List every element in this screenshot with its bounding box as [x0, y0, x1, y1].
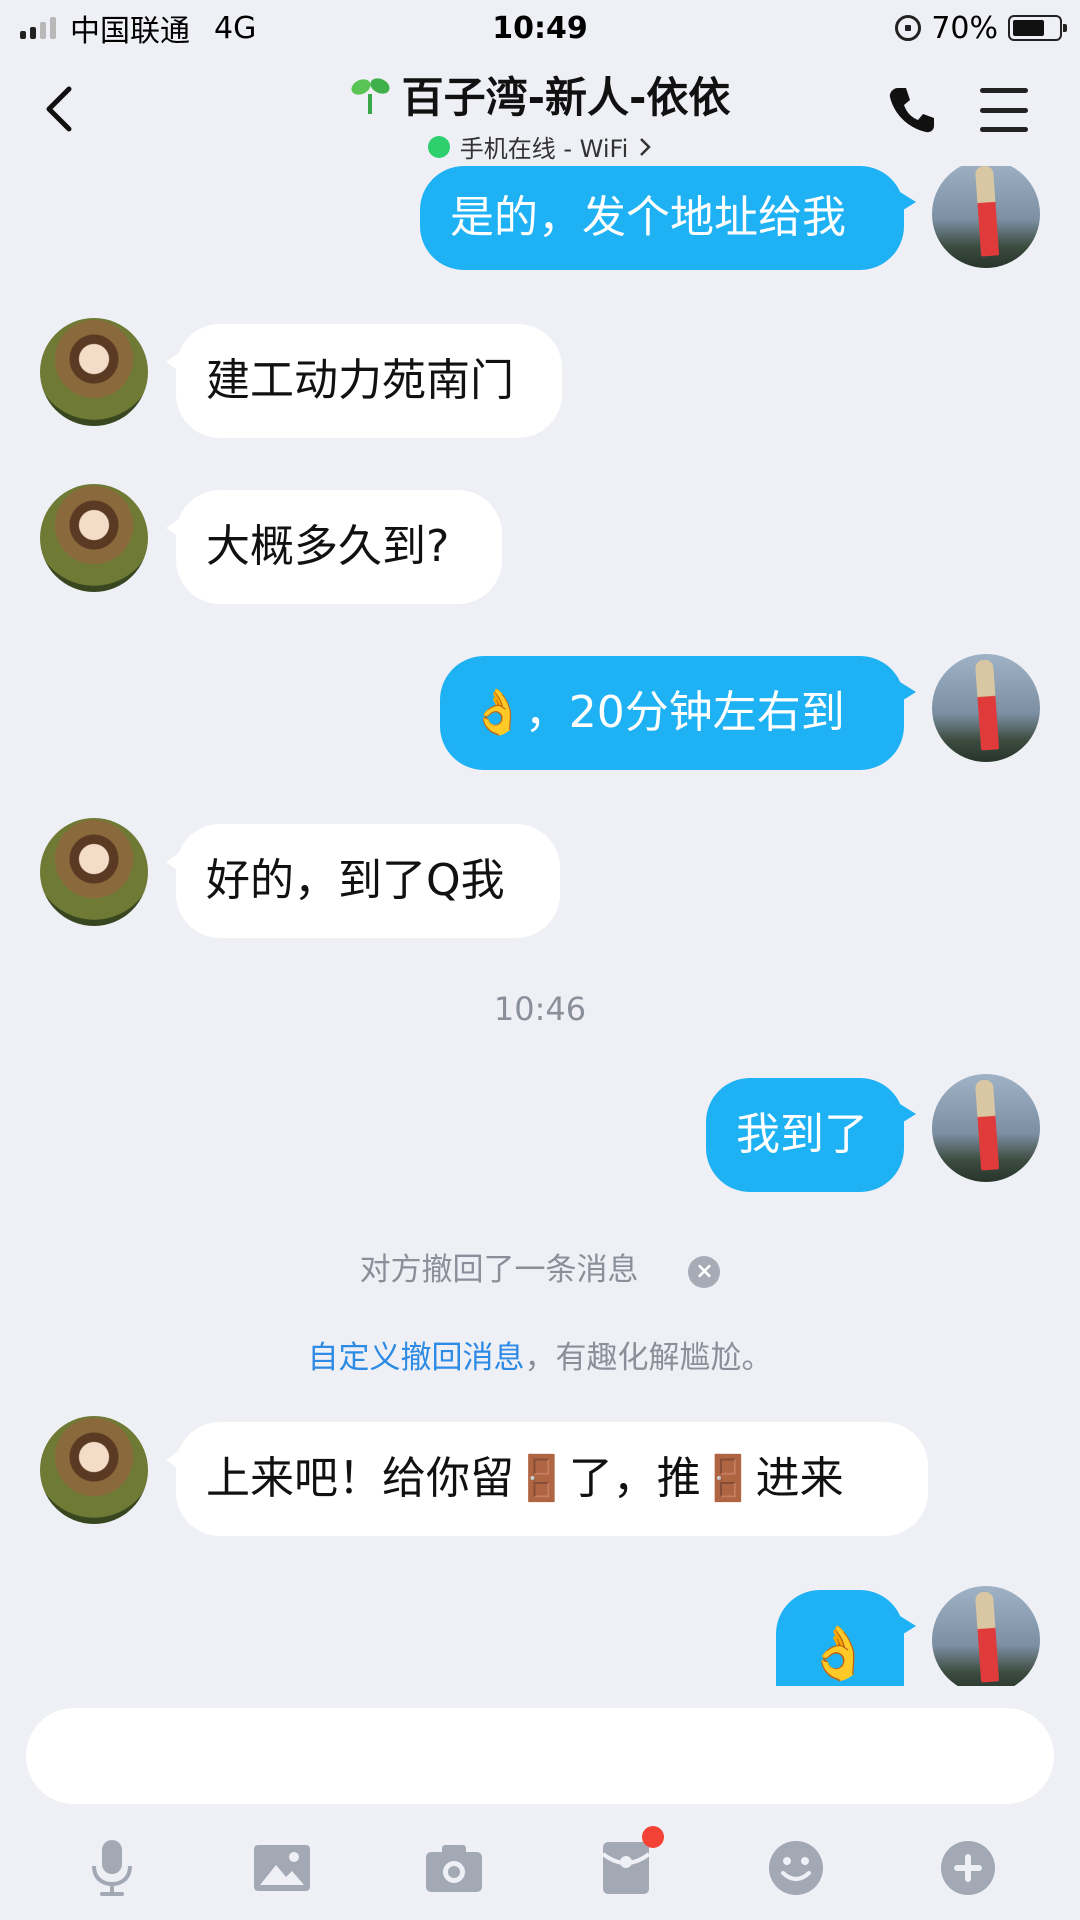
message-text: 是的，发个地址给我 — [450, 192, 846, 243]
message-text: 好的，到了Q我 — [206, 855, 505, 906]
recall-notice: 对方撤回了一条消息 × — [0, 1244, 1080, 1289]
phone-icon — [889, 88, 934, 133]
message-text: 进来 — [755, 1453, 844, 1504]
incoming-message[interactable]: 上来吧！给你留 🚪 了，推 🚪 进来 — [166, 1422, 928, 1536]
rotation-lock-icon — [895, 15, 922, 41]
outgoing-message[interactable]: 是的，发个地址给我 — [420, 166, 916, 270]
sprout-icon — [351, 77, 390, 114]
voice-button[interactable] — [82, 1838, 142, 1898]
composer-toolbar — [0, 1826, 1080, 1908]
door-emoji: 🚪 — [700, 1453, 756, 1504]
red-packet-button[interactable] — [596, 1826, 664, 1898]
signal-icon — [20, 17, 56, 39]
composer — [0, 1686, 1080, 1920]
menu-button[interactable] — [980, 88, 1028, 132]
camera-icon — [426, 1845, 482, 1892]
outgoing-message[interactable]: 👌 — [776, 1590, 916, 1686]
recall-text: 对方撤回了一条消息 — [359, 1252, 639, 1288]
message-input[interactable] — [26, 1708, 1054, 1804]
chevron-right-icon — [640, 137, 652, 156]
outgoing-message[interactable]: 👌 ，20分钟左右到 — [440, 656, 916, 770]
presence-text: 手机在线 - WiFi — [459, 135, 629, 163]
contact-avatar[interactable] — [40, 818, 148, 926]
outgoing-message[interactable]: 我到了 — [706, 1078, 916, 1192]
incoming-message[interactable]: 好的，到了Q我 — [166, 824, 560, 938]
close-icon[interactable]: × — [688, 1255, 721, 1288]
microphone-icon — [92, 1840, 132, 1896]
ok-hand-emoji: 👌 — [806, 1624, 871, 1684]
plus-button[interactable] — [938, 1838, 998, 1898]
custom-recall-rest: ，有趣化解尴尬。 — [524, 1340, 773, 1376]
emoji-icon — [769, 1841, 823, 1895]
contact-avatar[interactable] — [40, 484, 148, 592]
message-text: 大概多久到? — [206, 521, 450, 572]
door-emoji: 🚪 — [514, 1453, 569, 1504]
message-text: 我到了 — [736, 1109, 868, 1160]
battery-icon — [1008, 15, 1067, 41]
message-text: 建工动力苑南门 — [206, 355, 514, 406]
ok-hand-emoji: 👌 — [470, 687, 525, 738]
image-button[interactable] — [252, 1838, 312, 1898]
plus-icon — [941, 1841, 995, 1895]
incoming-message[interactable]: 大概多久到? — [166, 490, 502, 604]
my-avatar[interactable] — [932, 1074, 1040, 1182]
chat-header: 百子湾-新人-依依 手机在线 - WiFi — [0, 56, 1080, 166]
carrier-label: 中国联通 — [70, 14, 190, 49]
contact-name: 百子湾-新人-依依 — [401, 73, 731, 122]
camera-button[interactable] — [424, 1838, 484, 1898]
battery-percent: 70% — [931, 10, 998, 46]
message-list[interactable]: 是的，发个地址给我 建工动力苑南门 大概多久到? 👌 ，20分钟左右到 好的，到… — [0, 166, 1080, 1686]
network-label: 4G — [214, 10, 257, 46]
presence-status[interactable]: 手机在线 - WiFi — [427, 129, 653, 164]
message-text: ，20分钟左右到 — [524, 687, 845, 738]
call-button[interactable] — [886, 84, 938, 136]
message-text: 了，推 — [568, 1453, 701, 1504]
my-avatar[interactable] — [932, 1586, 1040, 1686]
notification-badge — [642, 1826, 664, 1848]
contact-avatar[interactable] — [40, 318, 148, 426]
emoji-button[interactable] — [766, 1838, 826, 1898]
status-bar: 中国联通 4G 10:49 70% — [0, 0, 1080, 56]
contact-avatar[interactable] — [40, 1416, 148, 1524]
my-avatar[interactable] — [932, 166, 1040, 268]
image-icon — [254, 1845, 310, 1891]
custom-recall-link[interactable]: 自定义撤回消息 — [308, 1340, 525, 1376]
incoming-message[interactable]: 建工动力苑南门 — [166, 324, 562, 438]
red-packet-icon — [601, 1842, 651, 1894]
timestamp: 10:46 — [493, 990, 587, 1028]
menu-icon — [980, 88, 1028, 93]
message-text: 上来吧！给你留 — [206, 1453, 514, 1504]
my-avatar[interactable] — [932, 654, 1040, 762]
custom-recall-tip: 自定义撤回消息，有趣化解尴尬。 — [0, 1332, 1080, 1377]
chat-title[interactable]: 百子湾-新人-依依 — [350, 64, 731, 125]
online-dot-icon — [427, 135, 450, 158]
